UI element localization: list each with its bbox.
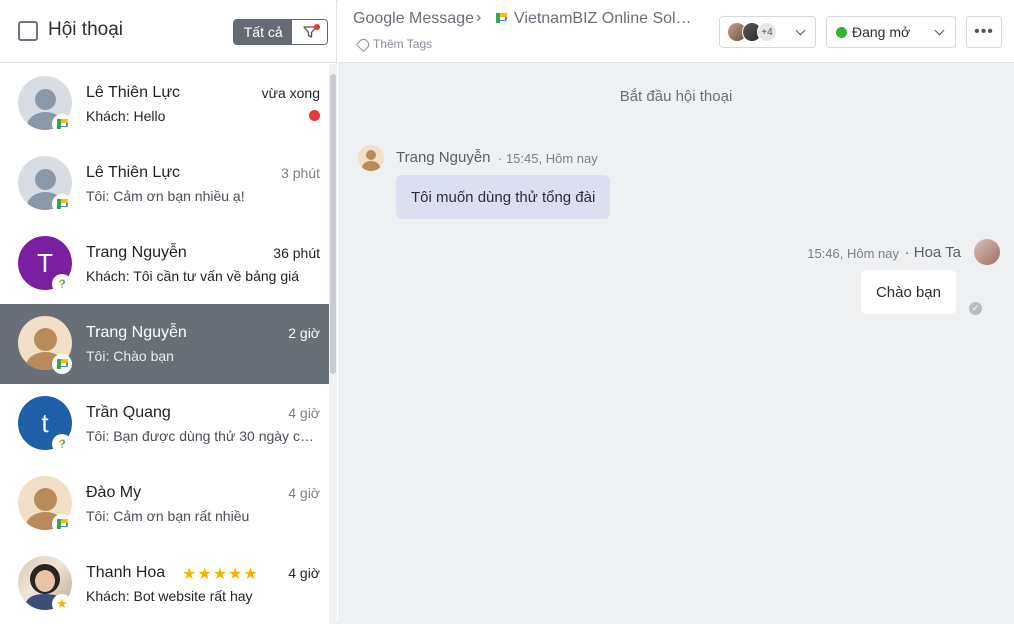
conversation-time: vừa xong (261, 85, 320, 101)
conversation-item[interactable]: ★ Thanh Hoa ★★★★★ Khách: Bot website rất… (0, 544, 329, 624)
breadcrumb-separator: › (476, 9, 482, 26)
status-dropdown[interactable]: Đang mở (826, 16, 956, 48)
conversation-preview: Tôi: Chào bạn (86, 348, 174, 364)
conversation-item[interactable]: Đào My Tôi: Cảm ơn bạn rất nhiều 4 giờ (0, 464, 329, 544)
outgoing-timestamp: 15:46, Hôm nay (807, 246, 899, 261)
sidebar-scrollbar[interactable] (329, 64, 337, 624)
filter-button[interactable] (292, 20, 327, 44)
conversation-item-active[interactable]: Trang Nguyễn Tôi: Chào bạn 2 giờ (0, 304, 329, 384)
conversation-name: Trang Nguyễn (86, 244, 187, 261)
conversation-name: Lê Thiên Lực (86, 84, 181, 101)
conversation-name: Lê Thiên Lực (86, 164, 181, 181)
chat-panel: Google Message › VietnamBIZ Online Solut… (338, 0, 1014, 624)
conversation-name: Trang Nguyễn (86, 324, 187, 341)
conversation-item[interactable]: T ? Trang Nguyễn Khách: Tôi cần tư vấn v… (0, 224, 329, 304)
conversation-preview: Khách: Hello (86, 108, 166, 124)
agents-more-count: +4 (757, 22, 777, 42)
conversation-item[interactable]: Lê Thiên Lực Tôi: Cảm ơn bạn nhiều ạ! 3 … (0, 144, 329, 224)
star-badge-icon: ★ (52, 594, 72, 614)
conversation-preview: Khách: Tôi cần tư vấn về bảng giá (86, 268, 300, 284)
add-tags-label: Thêm Tags (373, 37, 433, 51)
incoming-message-bubble: Tôi muốn dùng thử tổng đài (396, 175, 611, 219)
conversation-time: 4 giờ (288, 405, 320, 421)
conversation-name: Thanh Hoa (86, 564, 166, 581)
conversation-item[interactable]: t ? Trần Quang Tôi: Bạn được dùng thử 30… (0, 384, 329, 464)
conversation-preview: Tôi: Cảm ơn bạn rất nhiều (86, 508, 250, 524)
google-message-badge-icon (52, 194, 72, 214)
chevron-down-icon (795, 25, 806, 36)
question-badge-icon: ? (52, 274, 72, 294)
scrollbar-thumb[interactable] (330, 74, 336, 374)
chat-header: Google Message › VietnamBIZ Online Solut… (338, 0, 1014, 63)
assigned-agents-dropdown[interactable]: +4 (719, 16, 816, 48)
incoming-timestamp: · 15:45, Hôm nay (498, 151, 598, 166)
conversation-time: 4 giờ (288, 485, 320, 501)
google-message-badge-icon (52, 114, 72, 134)
breadcrumb-page[interactable]: VietnamBIZ Online Solutions (514, 10, 699, 28)
sender-avatar (358, 145, 384, 171)
conversation-time: 3 phút (281, 165, 320, 181)
status-indicator (836, 27, 847, 38)
conversation-list: Lê Thiên Lực Khách: Hello vừa xong Lê Th… (0, 64, 329, 624)
unread-indicator (309, 110, 320, 121)
breadcrumb-source[interactable]: Google Message (353, 10, 474, 28)
sidebar-header: Hội thoại Tất cả (0, 0, 337, 63)
conversation-preview: Tôi: Bạn được dùng thử 30 ngày chứ... (86, 428, 318, 444)
incoming-sender-name: Trang Nguyễn (396, 149, 491, 166)
conversation-start-label: Bắt đầu hội thoại (619, 88, 733, 105)
message-area: Bắt đầu hội thoại Trang Nguyễn · 15:45, … (338, 64, 1014, 624)
rating-stars-icon: ★★★★★ (182, 566, 259, 583)
add-tags-button[interactable]: Thêm Tags (355, 36, 433, 52)
filter-group: Tất cả (233, 19, 328, 45)
conversation-item[interactable]: Lê Thiên Lực Khách: Hello vừa xong (0, 64, 329, 144)
delivered-check-icon: ✓ (969, 302, 982, 315)
agent-avatar (974, 239, 1000, 265)
conversation-name: Trần Quang (86, 404, 171, 421)
sidebar-title: Hội thoại (48, 19, 123, 40)
google-message-icon (496, 13, 507, 23)
select-all-checkbox[interactable] (18, 21, 38, 41)
conversation-preview: Tôi: Cảm ơn bạn nhiều ạ! (86, 188, 245, 204)
question-badge-icon: ? (52, 434, 72, 454)
filter-active-dot (314, 24, 320, 30)
more-options-button[interactable]: ••• (966, 16, 1002, 48)
status-label: Đang mở (852, 24, 911, 40)
outgoing-message-bubble: Chào bạn (860, 270, 956, 314)
conversation-time: 4 giờ (288, 565, 320, 581)
conversation-time: 36 phút (273, 245, 320, 261)
conversation-time: 2 giờ (288, 325, 320, 341)
conversation-preview: Khách: Bot website rất hay (86, 588, 253, 604)
google-message-badge-icon (52, 354, 72, 374)
conversation-sidebar: Hội thoại Tất cả Lê Thiên Lực Khách: Hel… (0, 0, 337, 624)
chevron-down-icon (934, 25, 945, 36)
outgoing-sender-name: · Hoa Ta (904, 244, 961, 261)
google-message-badge-icon (52, 514, 72, 534)
tag-icon (355, 36, 372, 52)
conversation-name: Đào My (86, 484, 142, 501)
filter-all-button[interactable]: Tất cả (234, 20, 293, 44)
